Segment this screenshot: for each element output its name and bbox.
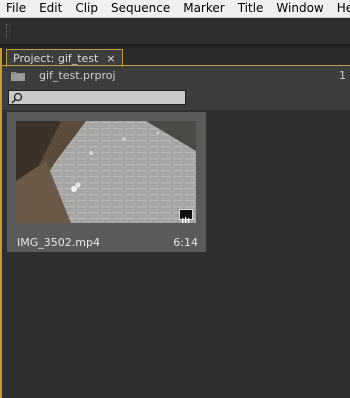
menu-sequence[interactable]: Sequence <box>111 0 170 17</box>
thumbnail-image <box>16 121 196 223</box>
menu-file[interactable]: File <box>6 0 26 17</box>
clip-item[interactable]: IMG_3502.mp4 6:14 <box>7 112 206 252</box>
project-file-name: gif_test.prproj <box>39 69 116 82</box>
toolbar <box>0 18 350 44</box>
menu-bar: File Edit Clip Sequence Marker Title Win… <box>0 0 350 18</box>
menu-help[interactable]: Help <box>337 0 350 17</box>
search-input[interactable] <box>8 90 186 105</box>
menu-clip[interactable]: Clip <box>75 0 98 17</box>
folder-icon <box>11 72 25 81</box>
clip-name: IMG_3502.mp4 <box>17 236 100 249</box>
video-audio-icon <box>179 209 193 223</box>
bin-content: IMG_3502.mp4 6:14 <box>2 110 350 398</box>
clip-duration: 6:14 <box>173 236 198 249</box>
clip-thumbnail <box>16 121 196 223</box>
panel-accent-line <box>2 65 350 66</box>
menu-marker[interactable]: Marker <box>183 0 224 17</box>
divider <box>0 44 350 46</box>
menu-window[interactable]: Window <box>276 0 323 17</box>
search-icon <box>11 92 23 104</box>
menu-title[interactable]: Title <box>238 0 264 17</box>
project-panel: Project: gif_test × gif_test.prproj 1 IM… <box>2 48 350 398</box>
panel-tab-bar: Project: gif_test × <box>2 48 350 67</box>
item-count: 1 <box>339 69 346 82</box>
menu-edit[interactable]: Edit <box>39 0 62 17</box>
project-info-row: gif_test.prproj 1 <box>2 67 350 85</box>
toolbar-grip-handle[interactable] <box>6 24 10 38</box>
